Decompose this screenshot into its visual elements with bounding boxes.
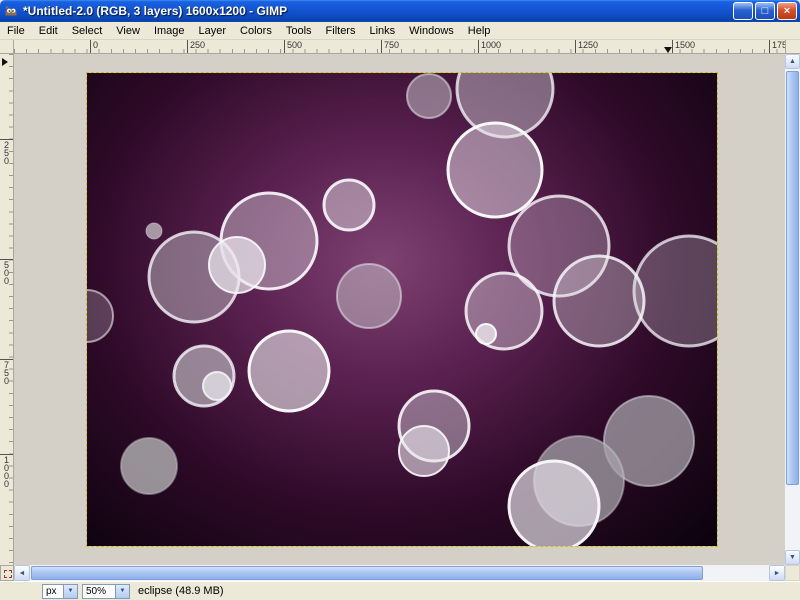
hruler-label-1250: 1250 (575, 40, 598, 54)
chevron-down-icon: ▼ (63, 585, 77, 598)
unit-select[interactable]: px ▼ (42, 584, 78, 599)
canvas-viewport (14, 54, 785, 565)
menu-item-select[interactable]: Select (65, 25, 110, 37)
unit-value: px (43, 586, 63, 597)
vertical-scroll-thumb[interactable] (786, 71, 799, 485)
hscroll-row: ◄ ► (0, 565, 800, 581)
image-canvas[interactable] (87, 73, 717, 546)
bokeh-circle (146, 223, 162, 239)
menu-item-file[interactable]: File (0, 25, 32, 37)
maximize-button[interactable]: □ (755, 2, 775, 20)
bokeh-circle (121, 438, 177, 494)
chevron-down-icon: ▼ (115, 585, 129, 598)
hruler-label-750: 750 (381, 40, 399, 54)
titlebar[interactable]: *Untitled-2.0 (RGB, 3 layers) 1600x1200 … (0, 0, 800, 22)
scroll-right-arrow[interactable]: ► (769, 565, 785, 581)
menu-item-links[interactable]: Links (362, 25, 402, 37)
menu-item-image[interactable]: Image (147, 25, 192, 37)
vruler-label-1000: 1 0 0 0 (0, 454, 13, 488)
gimp-icon (3, 3, 19, 19)
menu-item-tools[interactable]: Tools (279, 25, 319, 37)
menubar: FileEditSelectViewImageLayerColorsToolsF… (0, 22, 800, 40)
bokeh-circle (407, 74, 451, 118)
bokeh-image (87, 73, 717, 546)
ruler-row: 0 250 500 750 1000 1250 1500 175 (0, 40, 800, 54)
scroll-left-arrow[interactable]: ◄ (14, 565, 30, 581)
ruler-origin-corner (0, 40, 14, 54)
scroll-down-arrow[interactable]: ▼ (785, 550, 800, 565)
hruler-label-1000: 1000 (478, 40, 501, 54)
gimp-window: *Untitled-2.0 (RGB, 3 layers) 1600x1200 … (0, 0, 800, 600)
menu-item-help[interactable]: Help (461, 25, 498, 37)
close-button[interactable]: × (777, 2, 797, 20)
horizontal-ruler[interactable]: 0 250 500 750 1000 1250 1500 175 (14, 40, 785, 54)
scroll-up-arrow[interactable]: ▲ (785, 54, 800, 69)
horizontal-scroll-thumb[interactable] (31, 566, 703, 580)
hruler-label-175: 175 (769, 40, 785, 54)
bokeh-circle (249, 331, 329, 411)
ruler-corner-right (785, 40, 800, 54)
menu-item-edit[interactable]: Edit (32, 25, 65, 37)
status-text: eclipse (48.9 MB) (138, 585, 224, 597)
menu-item-view[interactable]: View (109, 25, 147, 37)
statusbar: px ▼ 50% ▼ eclipse (48.9 MB) (0, 581, 800, 600)
bokeh-circle (476, 324, 496, 344)
horizontal-scrollbar[interactable]: ◄ ► (14, 565, 785, 581)
menu-item-layer[interactable]: Layer (192, 25, 234, 37)
quickmask-toggle[interactable] (0, 565, 14, 581)
bokeh-circle (337, 264, 401, 328)
vruler-label-250: 2 5 0 (0, 139, 13, 165)
hruler-label-1500: 1500 (672, 40, 695, 54)
bokeh-circle (203, 372, 231, 400)
hruler-label-0: 0 (90, 40, 98, 54)
vruler-label-500: 5 0 0 (0, 259, 13, 285)
vruler-position-marker (2, 58, 8, 66)
hruler-label-250: 250 (187, 40, 205, 54)
bokeh-circle (399, 426, 449, 476)
menu-item-filters[interactable]: Filters (319, 25, 363, 37)
horizontal-scroll-track[interactable] (30, 565, 769, 581)
minimize-button[interactable]: _ (733, 2, 753, 20)
bokeh-circle (554, 256, 644, 346)
zoom-select[interactable]: 50% ▼ (82, 584, 130, 599)
hruler-position-marker (664, 47, 672, 53)
hruler-label-500: 500 (284, 40, 302, 54)
bokeh-circle (448, 123, 542, 217)
zoom-value: 50% (83, 586, 115, 597)
bokeh-circle (509, 461, 599, 546)
vertical-scrollbar[interactable]: ▲ ▼ (785, 54, 800, 565)
vertical-scroll-track[interactable] (785, 69, 800, 550)
bokeh-circle (324, 180, 374, 230)
bokeh-circle (209, 237, 265, 293)
vertical-ruler[interactable]: 2 5 0 5 0 0 7 5 0 1 0 0 0 (0, 54, 14, 565)
menu-item-windows[interactable]: Windows (402, 25, 461, 37)
window-title: *Untitled-2.0 (RGB, 3 layers) 1600x1200 … (23, 4, 731, 18)
vruler-label-750: 7 5 0 (0, 359, 13, 385)
menu-item-colors[interactable]: Colors (233, 25, 279, 37)
navigation-button[interactable] (785, 565, 800, 581)
bokeh-circle (87, 290, 113, 342)
bokeh-circle (634, 236, 717, 346)
